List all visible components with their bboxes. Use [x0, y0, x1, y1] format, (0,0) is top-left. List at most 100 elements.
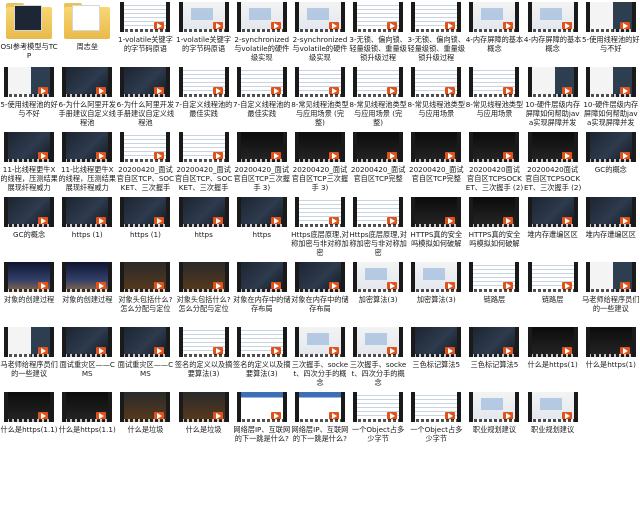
video-file-item[interactable]: 马老师给程序员们的一些建议 — [582, 260, 640, 325]
video-file-item[interactable]: 11-比线程更牛X的线程，压测结果展现纤程威力 — [58, 130, 116, 195]
file-name-label: 10-硬件层级内存屏障如何帮助java实现屏障并发 — [583, 100, 639, 127]
video-file-item[interactable]: 链路层 — [465, 260, 523, 325]
video-file-item[interactable]: 一个Object占多少字节 — [349, 390, 407, 455]
video-file-item[interactable]: 职业规划建议 — [524, 390, 582, 455]
video-file-item[interactable]: 20200420_面试官自区TCP三次握手 3) — [233, 130, 291, 195]
video-file-item[interactable]: 加密算法(3) — [407, 260, 465, 325]
video-file-item[interactable]: https — [233, 195, 291, 260]
video-file-item[interactable]: 什么是https(1) — [582, 325, 640, 390]
video-file-item[interactable]: 7-自定义线程池的最佳实践 — [233, 65, 291, 130]
video-file-item[interactable]: 三次握手、socket、四次分手的概念 — [291, 325, 349, 390]
file-name-label: 6-为什么阿里开发手册建议自定义线程池 — [116, 100, 175, 127]
video-file-item[interactable]: 10-硬件层级内存屏障如何帮助java实现屏障并发 — [582, 65, 640, 130]
video-file-item[interactable]: 2-synchronized与volatile的硬件级实现 — [291, 0, 349, 65]
video-thumbnail — [62, 197, 113, 227]
play-badge-icon — [38, 217, 49, 225]
video-file-item[interactable]: 3-无锁、偏向锁、轻量级锁、重量级锁升级过程 — [349, 0, 407, 65]
video-file-item[interactable]: 20200420_面试官自区TCP、SOCKET、三次握手 — [175, 130, 233, 195]
video-file-item[interactable]: 三次握手、socket、四次分手的概念 — [349, 325, 407, 390]
file-name-label: 网络层IP、互联网的下一跳是什么? — [233, 425, 291, 443]
video-file-item[interactable]: 链路层 — [524, 260, 582, 325]
file-name-label: 7-自定义线程池的最佳实践 — [174, 100, 233, 118]
video-file-item[interactable]: 1-volatile关键字的字节码原语 — [116, 0, 174, 65]
file-name-label: 周志垒 — [76, 42, 99, 51]
video-file-item[interactable]: HTTPS真的安全吗模拟如何破解 — [465, 195, 523, 260]
video-file-item[interactable]: 对象的创建过程 — [58, 260, 116, 325]
video-file-item[interactable]: 一个Object占多少字节 — [407, 390, 465, 455]
video-file-item[interactable]: 签名的定义以及摘要算法(3) — [233, 325, 291, 390]
video-file-item[interactable]: 20200420面试官自区TCPSOCKET、三次握手 (2) — [524, 130, 582, 195]
video-file-item[interactable]: 网络层IP、互联网的下一跳是什么? — [233, 390, 291, 455]
video-file-item[interactable]: 20200420_面试官自区TCP完整 — [349, 130, 407, 195]
video-file-item[interactable]: 4-内存屏障的基本概念 — [465, 0, 523, 65]
video-file-item[interactable]: 20200420面试官自区TCPSOCKET、三次握手 (2) — [465, 130, 523, 195]
video-file-item[interactable]: https — [175, 195, 233, 260]
video-thumbnail — [411, 2, 462, 32]
video-file-item[interactable]: 8-常见线程池类型与应用场景 — [407, 65, 465, 130]
video-file-item[interactable]: 对象头包括什么? 怎么分配与定位 — [116, 260, 174, 325]
video-file-item[interactable]: Https底层原理,对称加密与非对称加密 — [291, 195, 349, 260]
video-file-item[interactable]: 8-常见线程池类型与应用场景 — [465, 65, 523, 130]
play-badge-icon — [503, 22, 514, 30]
video-file-item[interactable]: 20200420_面试官自区TCP三次握手 3) — [291, 130, 349, 195]
video-file-item[interactable]: 7-自定义线程池的最佳实践 — [175, 65, 233, 130]
file-name-label: GC的概念 — [13, 230, 46, 239]
video-file-item[interactable]: 8-常见线程池类型与应用场景 (完整) — [349, 65, 407, 130]
video-file-item[interactable]: 1-volatile关键字的字节码原语 — [175, 0, 233, 65]
file-name-label: 10-硬件层级内存屏障如何帮助java实现屏障并发 — [525, 100, 581, 127]
video-file-item[interactable]: 6-为什么阿里开发手册建议自定义线程池 — [116, 65, 174, 130]
video-file-item[interactable]: 11-比线程更牛X的线程，压测结果展现纤程威力 — [0, 130, 58, 195]
play-badge-icon — [387, 152, 398, 160]
video-thumbnail — [353, 67, 404, 97]
video-file-item[interactable]: 马老师给程序员们的一些建议 — [0, 325, 58, 390]
video-file-item[interactable]: 什么是垃圾 — [116, 390, 174, 455]
file-name-label: 一个Object占多少字节 — [410, 425, 463, 443]
file-name-label: 什么是垃圾 — [127, 425, 164, 434]
video-file-item[interactable]: 20200420_面试官自区TCP、SOCKET、三次握手 — [116, 130, 174, 195]
video-file-item[interactable]: 对象在内存中的储存布局 — [233, 260, 291, 325]
video-file-item[interactable]: 什么是https(1) — [524, 325, 582, 390]
video-file-item[interactable]: 对象的创建过程 — [0, 260, 58, 325]
video-file-item[interactable]: 5-使用线程池的好与不好 — [582, 0, 640, 65]
video-file-item[interactable]: 面试重灾区——CMS — [116, 325, 174, 390]
video-file-item[interactable]: 什么是https(1.1) — [0, 390, 58, 455]
folder-item[interactable]: 周志垒 — [58, 0, 116, 65]
video-file-item[interactable]: 对象头包括什么? 怎么分配与定位 — [175, 260, 233, 325]
video-file-item[interactable]: HTTPS真的安全吗模拟如何破解 — [407, 195, 465, 260]
video-file-item[interactable]: 8-常见线程池类型与应用场景 (完整) — [291, 65, 349, 130]
video-file-item[interactable]: 6-为什么阿里开发手册建议自定义线程池 — [58, 65, 116, 130]
video-file-item[interactable]: GC的概念 — [0, 195, 58, 260]
video-file-item[interactable]: 加密算法(3) — [349, 260, 407, 325]
video-file-item[interactable]: 三色标记算法5 — [465, 325, 523, 390]
video-thumbnail — [353, 197, 404, 227]
video-file-item[interactable]: 面试重灾区——CMS — [58, 325, 116, 390]
video-file-item[interactable]: 5-使用线程池的好与不好 — [0, 65, 58, 130]
video-thumbnail — [4, 327, 55, 357]
video-file-item[interactable]: 什么是垃圾 — [175, 390, 233, 455]
file-name-label: 马老师给程序员们的一些建议 — [0, 360, 58, 378]
video-file-item[interactable]: 职业规划建议 — [465, 390, 523, 455]
video-file-item[interactable]: GC的概念 — [582, 130, 640, 195]
video-file-item[interactable]: https (1) — [116, 195, 174, 260]
play-badge-icon — [38, 412, 49, 420]
video-file-item[interactable]: 三色标记算法5 — [407, 325, 465, 390]
video-file-item[interactable]: 对象在内存中的储存布局 — [291, 260, 349, 325]
video-file-item[interactable]: 2-synchronized与volatile的硬件级实现 — [233, 0, 291, 65]
video-file-item[interactable]: 堆内存遭编区区 — [524, 195, 582, 260]
video-file-item[interactable]: https (1) — [58, 195, 116, 260]
video-thumbnail — [236, 132, 287, 162]
video-thumbnail — [469, 67, 520, 97]
play-badge-icon — [328, 87, 339, 95]
video-file-item[interactable]: 10-硬件层级内存屏障如何帮助java实现屏障并发 — [524, 65, 582, 130]
video-file-item[interactable]: Https底层原理,对称加密与非对称加密 — [349, 195, 407, 260]
video-file-item[interactable]: 什么是https(1.1) — [58, 390, 116, 455]
video-file-item[interactable]: 4-内存屏障的基本概念 — [524, 0, 582, 65]
video-file-item[interactable]: 3-无锁、偏向锁、轻量级锁、重量级锁升级过程 — [407, 0, 465, 65]
file-name-label: 2-synchronized与volatile的硬件级实现 — [292, 35, 348, 62]
folder-item[interactable]: OSI参考模型与TCP — [0, 0, 58, 65]
video-file-item[interactable]: 20200420_面试官自区TCP完整 — [407, 130, 465, 195]
video-thumbnail — [585, 262, 636, 292]
video-file-item[interactable]: 网络层IP、互联网的下一跳是什么? — [291, 390, 349, 455]
video-file-item[interactable]: 堆内存遭编区区 — [582, 195, 640, 260]
video-file-item[interactable]: 签名的定义以及摘要算法(3) — [175, 325, 233, 390]
